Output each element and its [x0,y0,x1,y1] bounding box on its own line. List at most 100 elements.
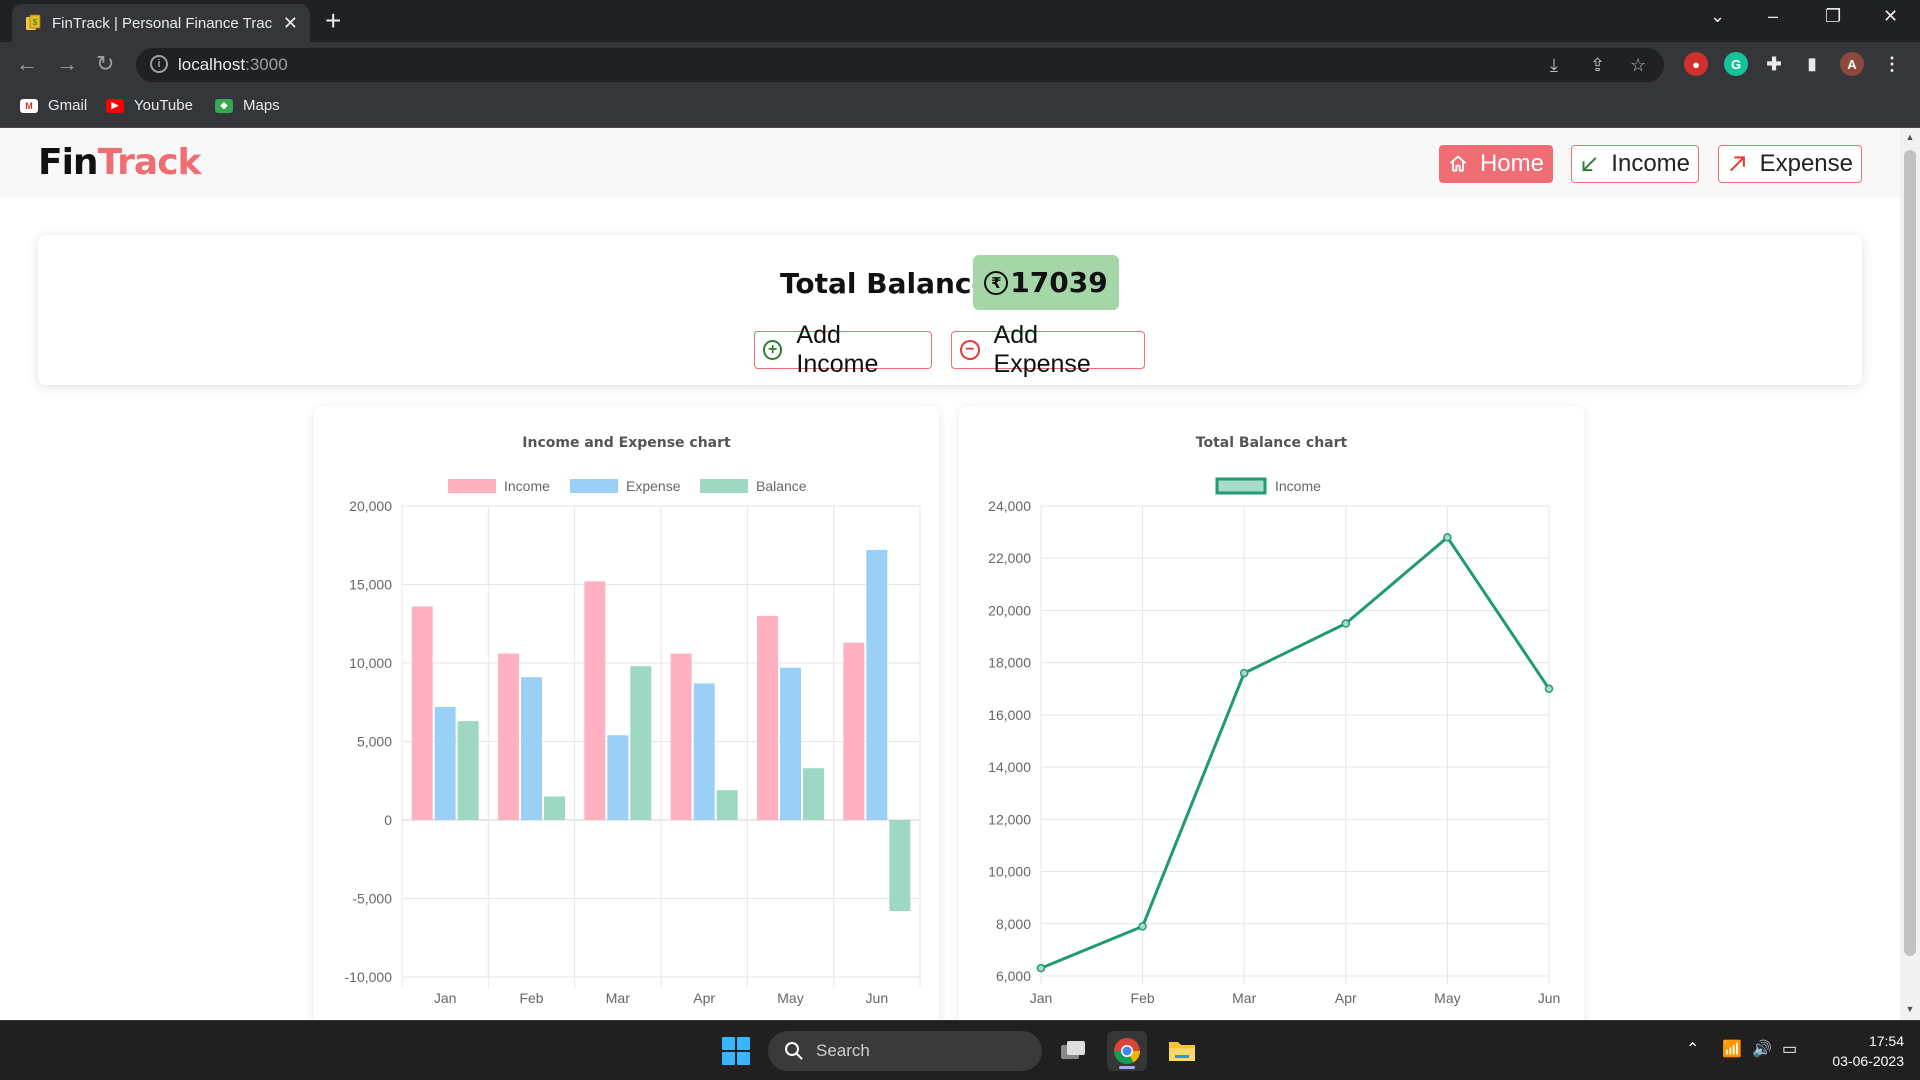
close-window-icon[interactable]: ✕ [1883,6,1898,27]
legend-label: Income [504,478,550,494]
bookmark-youtube[interactable]: ▶ YouTube [106,97,193,114]
bookmark-gmail[interactable]: M Gmail [20,97,87,114]
x-tick-label: Mar [1232,990,1256,1006]
bar-expense [434,706,456,820]
bookmark-star-icon[interactable]: ☆ [1630,55,1646,76]
bookmark-maps[interactable]: ◆ Maps [215,97,280,114]
bar-income [843,642,865,820]
bookmarks-bar: M Gmail ▶ YouTube ◆ Maps [0,88,1920,128]
nav-home-button[interactable]: Home [1439,145,1553,183]
bar-expense [780,667,801,820]
battery-icon[interactable]: ▭ [1782,1039,1797,1059]
legend-label: Expense [626,478,681,494]
bar-income [757,615,778,820]
extensions-puzzle-icon[interactable]: ✚ [1762,52,1786,76]
total-balance-value: ₹ 17039 [973,255,1119,310]
task-view-icon[interactable] [1053,1031,1093,1071]
extension-red-icon[interactable]: ● [1684,52,1708,76]
income-expense-bar-chart: Income Expense Balance 20,000 15,000 10,000 5,… [345,478,921,1006]
file-explorer-icon[interactable] [1162,1031,1202,1071]
minimize-icon[interactable]: – [1768,6,1778,27]
bar-balance [803,768,824,820]
taskbar-search[interactable]: Search [768,1031,1042,1071]
browser-tab-bar: $ FinTrack | Personal Finance Tracki ✕ +… [0,0,1920,42]
legend-swatch [448,479,496,493]
balance-card: Total Balance ₹ 17039 + Add Income − Add… [38,235,1862,385]
y-tick-label: 14,000 [988,759,1031,775]
forward-icon[interactable]: → [56,52,78,76]
y-tick-label: 15,000 [349,577,392,593]
restore-icon[interactable]: ❐ [1825,6,1841,27]
plus-circle-icon: + [763,340,783,360]
share-icon[interactable]: ⇪ [1590,55,1605,76]
legend-swatch [570,479,618,493]
app-favicon-icon: $ [26,14,41,30]
back-icon[interactable]: ← [16,52,38,76]
y-tick-label: 6,000 [996,968,1031,984]
bar-expense [607,735,629,820]
legend-swatch [1215,477,1267,495]
bar-income [498,653,519,820]
y-tick-label: 22,000 [988,550,1031,566]
tray-chevron-icon[interactable]: ⌃ [1686,1039,1699,1059]
bar-income [670,653,692,820]
nav-expense-button[interactable]: Expense [1718,145,1862,183]
x-tick-label: Jan [1030,990,1053,1006]
add-income-button[interactable]: + Add Income [754,321,932,378]
tab-title: FinTrack | Personal Finance Tracki [52,14,272,32]
wifi-icon[interactable]: 📶 [1722,1039,1742,1059]
app-header: FinTrack Home Income Expense [0,128,1900,198]
tab-close-icon[interactable]: ✕ [283,13,298,34]
scroll-thumb[interactable] [1904,150,1916,956]
y-tick-label: 5,000 [357,734,392,750]
y-tick-label: 20,000 [349,498,392,514]
y-tick-label: -5,000 [352,891,392,907]
windows-start-icon[interactable] [722,1037,750,1065]
volume-icon[interactable]: 🔊 [1752,1039,1772,1059]
scroll-down-icon[interactable]: ▼ [1900,1004,1920,1014]
reload-icon[interactable]: ↻ [96,52,114,76]
bar-balance [457,721,479,820]
y-tick-label: 8,000 [996,916,1031,932]
x-tick-label: May [777,990,803,1006]
url-input[interactable]: i localhost:3000 ⤓ ⇪ ☆ [136,48,1664,82]
site-info-icon[interactable]: i [150,55,168,73]
legend-label: Income [1275,478,1321,494]
side-panel-icon[interactable]: ▮ [1800,52,1824,76]
profile-avatar[interactable]: A [1840,52,1864,76]
page-scrollbar[interactable]: ▲ ▼ [1900,128,1920,1020]
y-tick-label: 16,000 [988,707,1031,723]
data-point [1239,668,1249,678]
nav-income-button[interactable]: Income [1571,145,1699,183]
bar-expense [866,549,888,820]
gmail-icon: M [20,98,38,113]
search-icon [785,1042,803,1060]
tab-search-chevron-icon[interactable]: ⌄ [1710,6,1725,27]
add-expense-button[interactable]: − Add Expense [951,321,1145,378]
x-tick-label: Jun [866,990,889,1006]
windows-taskbar: Search ⌃ 📶 🔊 ▭ 17:54 03-06-2023 [0,1020,1920,1080]
system-clock[interactable]: 17:54 03-06-2023 [1820,1031,1904,1071]
x-tick-label: Mar [606,990,630,1006]
home-icon [1449,155,1467,172]
y-tick-label: 10,000 [349,655,392,671]
data-point [1443,533,1452,542]
svg-text:$: $ [33,18,38,27]
x-tick-label: May [1434,990,1460,1006]
app-logo[interactable]: FinTrack [38,142,201,183]
scroll-up-icon[interactable]: ▲ [1900,132,1920,142]
browser-tab[interactable]: $ FinTrack | Personal Finance Tracki ✕ [12,4,310,42]
chrome-taskbar-icon[interactable] [1107,1031,1147,1071]
y-tick-label: 12,000 [988,811,1031,827]
bar-balance [630,666,652,820]
x-tick-label: Apr [693,990,715,1006]
x-tick-label: Jun [1538,990,1561,1006]
install-icon[interactable]: ⤓ [1550,55,1558,76]
menu-kebab-icon[interactable]: ⋮ [1880,52,1904,76]
arrow-down-left-icon [1582,157,1597,172]
bar-balance [889,820,911,912]
total-balance-line-chart: Income 24,000 22,000 20,000 18,000 16,000 14,0… [988,477,1561,1006]
new-tab-icon[interactable]: + [325,6,341,36]
bar-income [411,606,433,820]
grammarly-icon[interactable]: G [1724,52,1748,76]
